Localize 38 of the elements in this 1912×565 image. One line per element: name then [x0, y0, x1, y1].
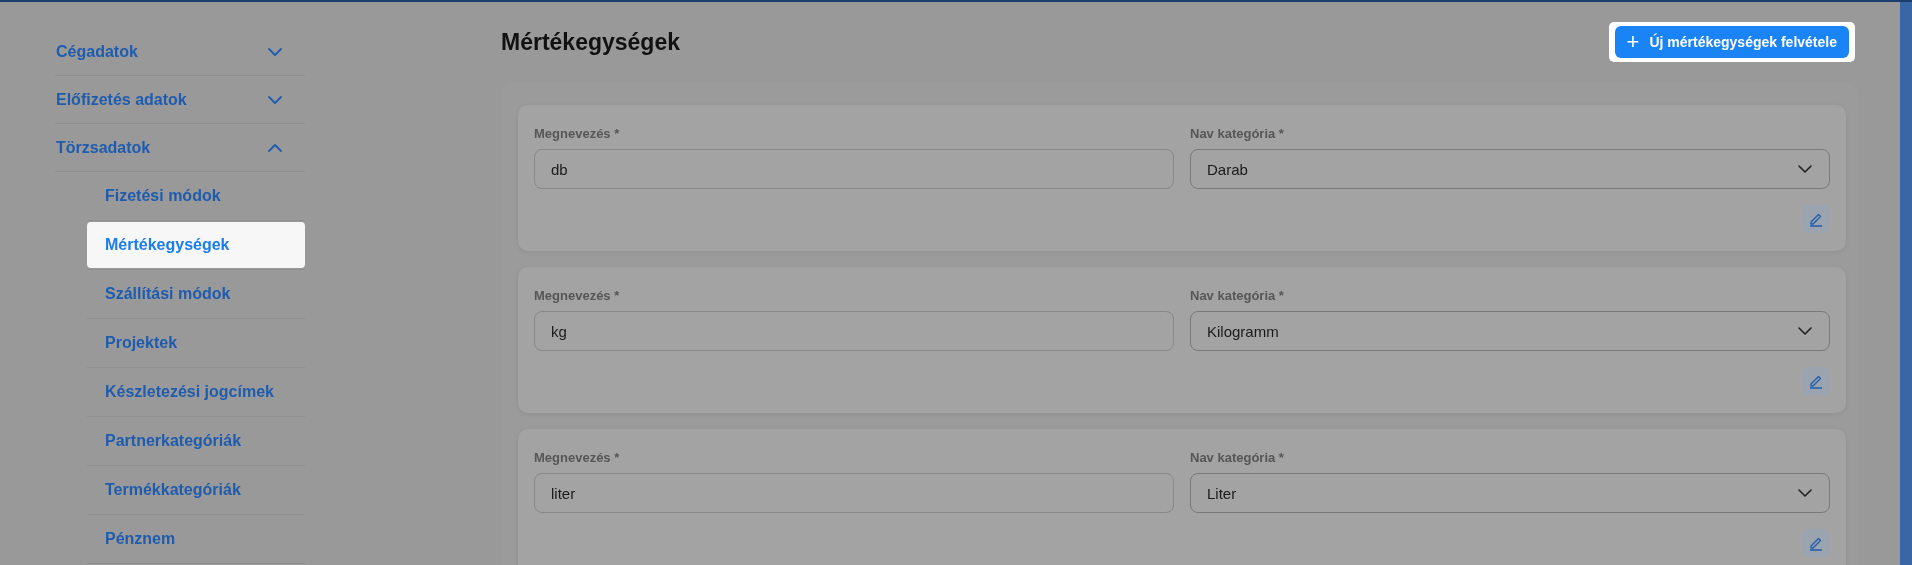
field-label: Nav kategória * [1190, 288, 1285, 303]
scrollbar[interactable] [1900, 2, 1912, 565]
edit-button[interactable] [1802, 367, 1830, 395]
sidebar-item[interactable]: Fizetési módok [87, 173, 305, 219]
field-label: Megnevezés * [534, 450, 621, 465]
input-field[interactable]: liter [534, 473, 1174, 513]
sidebar-item[interactable]: Mértékegységek [87, 222, 305, 268]
sidebar-item[interactable]: Pénznem [87, 516, 305, 562]
edit-button[interactable] [1802, 529, 1830, 557]
field-label: Nav kategória * [1190, 450, 1285, 465]
chevron-icon [267, 46, 283, 57]
edit-button[interactable] [1802, 205, 1830, 233]
pencil-icon [1808, 211, 1824, 227]
sidebar-section[interactable]: Előfizetés adatok [55, 76, 305, 124]
sidebar-section[interactable]: Törzsadatok [55, 124, 305, 172]
sidebar-item[interactable]: Készletezési jogcímek [87, 369, 305, 415]
pencil-icon [1808, 535, 1824, 551]
sidebar-item[interactable]: Szállítási módok [87, 271, 305, 317]
pencil-icon [1808, 373, 1824, 389]
select-field[interactable]: Kilogramm [1190, 311, 1830, 351]
field-label: Megnevezés * [534, 126, 621, 141]
add-button[interactable]: + Új mértékegységek felvétele [1614, 26, 1849, 58]
input-field[interactable]: kg [534, 311, 1174, 351]
page-title: Mértékegységek [501, 28, 680, 56]
chevron-icon [1797, 326, 1813, 336]
chevron-icon [267, 142, 283, 153]
chevron-icon [1797, 488, 1813, 498]
chevron-icon [1797, 164, 1813, 174]
field-label: Nav kategória * [1190, 126, 1285, 141]
field-label: Megnevezés * [534, 288, 621, 303]
sidebar-item[interactable]: Termékkategóriák [87, 467, 305, 513]
select-field[interactable]: Liter [1190, 473, 1830, 513]
sidebar-item[interactable]: Projektek [87, 320, 305, 366]
select-field[interactable]: Darab [1190, 149, 1830, 189]
chevron-icon [267, 94, 283, 105]
input-field[interactable]: db [534, 149, 1174, 189]
sidebar-item[interactable]: Partnerkategóriák [87, 418, 305, 464]
sidebar-section[interactable]: Cégadatok [55, 28, 305, 76]
